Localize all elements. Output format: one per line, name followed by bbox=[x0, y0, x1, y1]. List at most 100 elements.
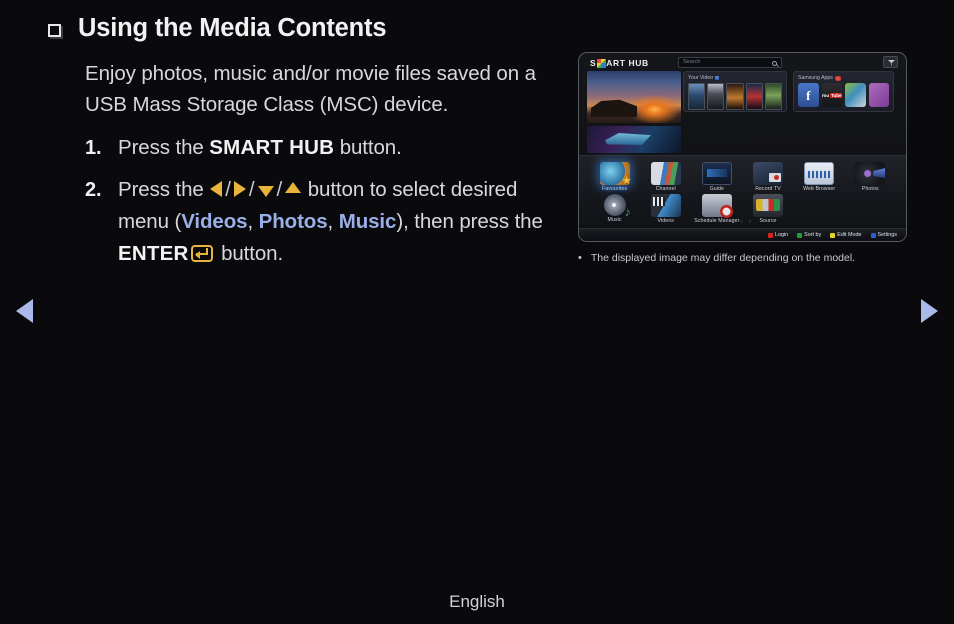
intro-paragraph: Enjoy photos, music and/or movie files s… bbox=[85, 62, 536, 116]
hero-small-thumbnail[interactable] bbox=[587, 126, 681, 153]
app-tile-channel[interactable]: Channel bbox=[640, 160, 691, 192]
your-video-label: Your Video bbox=[688, 75, 714, 81]
app-tile-photos[interactable]: Photos bbox=[845, 160, 896, 192]
separator-slash-1: / bbox=[225, 178, 231, 201]
page-title-row: Using the Media Contents bbox=[48, 14, 387, 43]
photo-app-icon[interactable] bbox=[868, 83, 889, 107]
schedule-manager-icon bbox=[701, 194, 733, 218]
your-video-label-row: Your Video bbox=[688, 75, 782, 81]
videos-icon bbox=[650, 194, 681, 217]
blue-key-icon bbox=[870, 232, 876, 238]
yellow-key-icon bbox=[830, 232, 836, 238]
note-text: The displayed image may differ depending… bbox=[590, 252, 856, 264]
app-tile-record-tv[interactable]: Record TV bbox=[742, 160, 793, 192]
step-1-number: 1. bbox=[85, 137, 102, 159]
app-shortcuts: f You Tube bbox=[798, 83, 889, 107]
channel-icon bbox=[650, 162, 681, 185]
your-video-panel[interactable]: Your Video bbox=[683, 71, 787, 112]
music-icon bbox=[603, 194, 631, 218]
google-apps-icon[interactable] bbox=[845, 83, 866, 107]
app-tile-guide[interactable]: Guide bbox=[691, 160, 742, 192]
step-1-post: button. bbox=[334, 136, 402, 159]
smart-hub-logo: S ART HUB bbox=[590, 58, 649, 68]
photos-icon bbox=[855, 162, 886, 185]
separator-slash-2: / bbox=[248, 178, 255, 201]
hero-media-column bbox=[587, 71, 681, 153]
color-key-settings[interactable]: Settings bbox=[870, 232, 897, 238]
menu-item-music: Music bbox=[338, 210, 397, 233]
previous-page-arrow[interactable] bbox=[16, 299, 33, 323]
logo-text-post: ART HUB bbox=[606, 58, 649, 68]
smart-hub-topbar: S ART HUB Search bbox=[579, 53, 906, 71]
color-key-label: Login bbox=[774, 232, 789, 238]
new-badge bbox=[834, 75, 841, 81]
smart-hub-mosaic-icon bbox=[596, 58, 606, 68]
separator-slash-3: / bbox=[276, 178, 283, 201]
next-page-arrow[interactable] bbox=[921, 299, 938, 323]
green-key-icon bbox=[797, 232, 803, 238]
app-tile-favourites[interactable]: Favourites bbox=[589, 160, 640, 192]
color-key-label: Settings bbox=[877, 232, 897, 238]
step-1: 1. Press the SMART HUB button. bbox=[85, 132, 555, 164]
step-2-pre: Press the bbox=[118, 178, 210, 201]
color-key-sort-by[interactable]: Sort by bbox=[797, 232, 821, 238]
manual-page: Using the Media Contents Enjoy photos, m… bbox=[0, 0, 954, 624]
arrow-up-icon bbox=[285, 182, 302, 194]
hero-large-thumbnail[interactable] bbox=[587, 71, 681, 123]
video-thumb[interactable] bbox=[764, 83, 783, 110]
step-1-bold: SMART HUB bbox=[209, 136, 335, 159]
pager-dots[interactable]: ● ○ ○ bbox=[579, 219, 906, 225]
color-key-label: Edit Mode bbox=[837, 232, 862, 238]
note-bullet-icon: • bbox=[578, 252, 582, 264]
facebook-icon[interactable]: f bbox=[798, 83, 819, 107]
exit-icon[interactable] bbox=[883, 56, 898, 68]
color-key-label: Sort by bbox=[804, 232, 822, 238]
smart-hub-app-grid: Favourites Channel Guide Record TV bbox=[579, 155, 906, 227]
enter-return-icon bbox=[191, 245, 214, 263]
search-input[interactable]: Search bbox=[678, 57, 782, 68]
square-bullet-icon bbox=[48, 24, 61, 37]
red-key-icon bbox=[767, 232, 773, 238]
menu-item-photos: Photos bbox=[258, 210, 328, 233]
magnifier-icon bbox=[772, 60, 777, 66]
video-thumbnails bbox=[688, 83, 783, 110]
steps-list: 1. Press the SMART HUB button. 2. Press th… bbox=[85, 132, 555, 280]
menu-item-videos: Videos bbox=[181, 210, 248, 233]
arrow-left-icon bbox=[210, 180, 223, 197]
samsung-apps-label: Samsung Apps bbox=[798, 75, 833, 81]
samsung-apps-panel[interactable]: Samsung Apps f You Tube bbox=[793, 71, 894, 112]
comma-1: , bbox=[247, 210, 259, 233]
record-tv-icon bbox=[752, 162, 783, 185]
step-2-post: button. bbox=[215, 242, 284, 265]
app-tile-web-browser[interactable]: Web Browser bbox=[794, 160, 845, 192]
smart-hub-hero-row: Your Video Samsung Apps f You Tube bbox=[579, 71, 906, 155]
tv-screenshot-figure: S ART HUB Search Your Video Samsung Apps… bbox=[578, 52, 907, 242]
step-2-mid2: ), then press the bbox=[396, 210, 543, 233]
video-thumb[interactable] bbox=[707, 83, 725, 110]
logo-text-pre: S bbox=[590, 58, 597, 68]
search-placeholder: Search bbox=[683, 59, 701, 65]
youtube-icon[interactable]: You Tube bbox=[821, 83, 842, 107]
video-thumb[interactable] bbox=[688, 83, 706, 110]
color-key-edit-mode[interactable]: Edit Mode bbox=[830, 232, 862, 238]
comma-2: , bbox=[327, 210, 339, 233]
page-title: Using the Media Contents bbox=[78, 14, 387, 42]
app-grid-row-1: Favourites Channel Guide Record TV bbox=[589, 160, 896, 192]
guide-icon bbox=[701, 162, 732, 185]
video-thumb[interactable] bbox=[745, 83, 763, 110]
smart-hub-color-key-bar: Login Sort by Edit Mode Settings bbox=[579, 228, 906, 241]
arrow-down-icon bbox=[257, 186, 274, 198]
step-2-bold: ENTER bbox=[118, 242, 189, 265]
video-thumb[interactable] bbox=[726, 83, 744, 110]
color-key-login[interactable]: Login bbox=[767, 232, 789, 238]
figure-note: • The displayed image may differ dependi… bbox=[578, 250, 908, 266]
favourites-icon bbox=[599, 162, 632, 187]
smart-hub-screen: S ART HUB Search Your Video Samsung Apps… bbox=[578, 52, 907, 242]
step-2: 2. Press the / / / button to select desired… bbox=[85, 174, 555, 270]
web-browser-icon bbox=[804, 162, 835, 185]
language-footer: English bbox=[449, 592, 505, 611]
step-1-pre: Press the bbox=[118, 136, 210, 159]
samsung-apps-label-row: Samsung Apps bbox=[798, 75, 889, 81]
arrow-right-icon bbox=[233, 180, 246, 197]
source-icon bbox=[752, 194, 783, 217]
